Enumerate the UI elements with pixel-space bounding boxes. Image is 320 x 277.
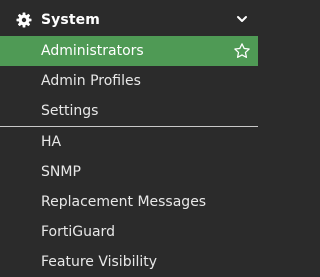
nav-item-feature-visibility[interactable]: Feature Visibility — [0, 247, 258, 277]
nav-item-label: Settings — [41, 103, 99, 119]
nav-item-administrators[interactable]: Administrators — [0, 36, 258, 66]
nav-item-admin-profiles[interactable]: Admin Profiles — [0, 66, 258, 96]
gear-icon — [16, 12, 32, 28]
system-menu-title: System — [41, 12, 100, 28]
nav-item-settings[interactable]: Settings — [0, 96, 258, 126]
nav-item-snmp[interactable]: SNMP — [0, 157, 258, 187]
nav-item-label: Admin Profiles — [41, 73, 141, 89]
system-nav-menu: System Administrators Admin Profiles Set… — [0, 0, 258, 276]
nav-item-replacement-messages[interactable]: Replacement Messages — [0, 187, 258, 217]
nav-item-fortiguard[interactable]: FortiGuard — [0, 217, 258, 247]
nav-item-label: SNMP — [41, 164, 81, 180]
nav-item-label: Feature Visibility — [41, 254, 158, 270]
nav-item-ha[interactable]: HA — [0, 127, 258, 157]
star-outline-icon[interactable] — [233, 42, 251, 60]
nav-item-label: Replacement Messages — [41, 194, 207, 210]
nav-item-label: HA — [41, 134, 62, 150]
chevron-down-icon[interactable] — [236, 13, 248, 25]
system-menu-header[interactable]: System — [0, 5, 258, 35]
nav-item-label: FortiGuard — [41, 224, 115, 240]
nav-item-label: Administrators — [41, 43, 144, 59]
